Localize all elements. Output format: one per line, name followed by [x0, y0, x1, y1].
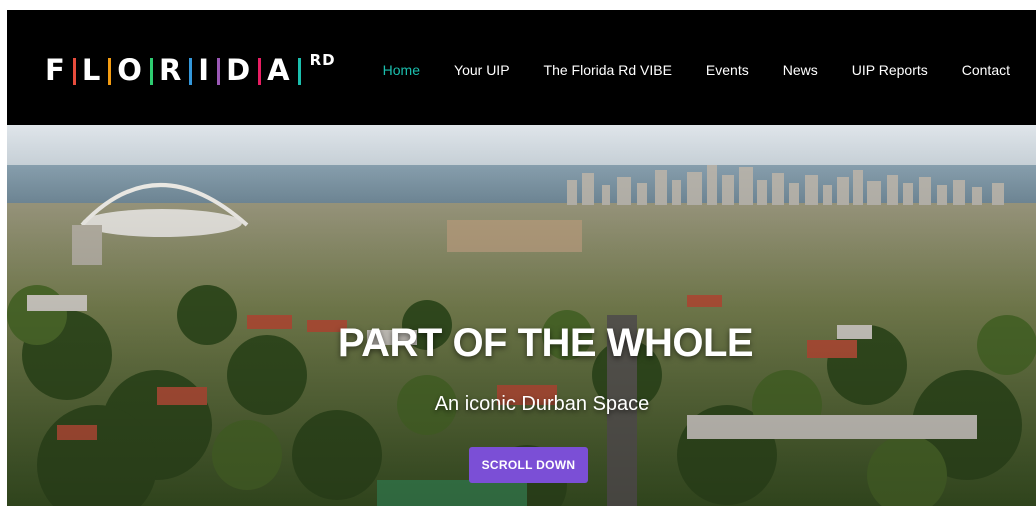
nav-uip-reports[interactable]: UIP Reports	[852, 62, 928, 78]
nav-your-uip[interactable]: Your UIP	[454, 62, 510, 78]
logo-letter: I	[198, 53, 212, 87]
nav-home[interactable]: Home	[383, 62, 420, 78]
nav-florida-rd-vibe[interactable]: The Florida Rd VIBE	[544, 62, 672, 78]
nav-events[interactable]: Events	[706, 62, 749, 78]
main-nav: Home Your UIP The Florida Rd VIBE Events…	[383, 60, 1036, 80]
logo-separator	[258, 57, 262, 85]
logo-separator	[72, 57, 76, 85]
logo-letter: A	[267, 53, 292, 87]
logo-separator	[189, 57, 193, 85]
logo-letter: F	[45, 53, 67, 87]
logo-letter: R	[158, 53, 184, 87]
site-logo[interactable]: F L O R I D A RD	[45, 51, 336, 88]
logo-letter: O	[117, 53, 144, 87]
logo-separator	[108, 57, 112, 85]
logo-suffix: RD	[309, 51, 336, 69]
logo-letter: L	[81, 53, 103, 87]
logo-separator	[297, 57, 301, 85]
scroll-down-button[interactable]: SCROLL DOWN	[469, 447, 588, 483]
hero-section: PART OF THE WHOLE An iconic Durban Space…	[7, 125, 1036, 506]
site-header: F L O R I D A RD Home Your UIP The Flori…	[7, 10, 1036, 125]
page: F L O R I D A RD Home Your UIP The Flori…	[7, 10, 1036, 506]
logo-separator	[217, 57, 221, 85]
hero-subtitle: An iconic Durban Space	[434, 393, 650, 415]
nav-contact[interactable]: Contact	[962, 62, 1010, 78]
hero-title: PART OF THE WHOLE	[337, 321, 754, 365]
nav-news[interactable]: News	[783, 62, 818, 78]
logo-separator	[149, 57, 153, 85]
logo-letter: D	[226, 53, 253, 87]
